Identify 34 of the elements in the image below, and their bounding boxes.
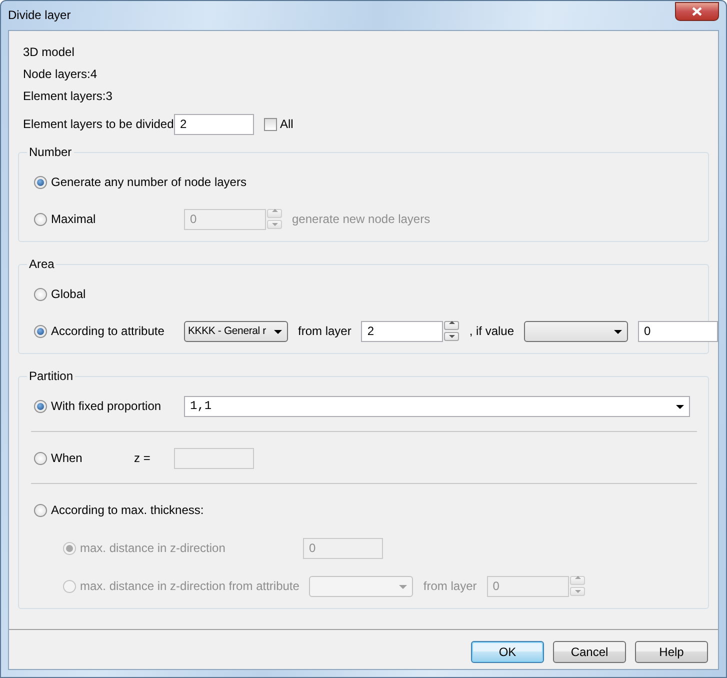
radio-button[interactable]: According to max. thickness: (34, 503, 204, 517)
checkbox[interactable]: All (264, 117, 294, 131)
info-text: Element layers:3 (23, 88, 114, 105)
dropdown[interactable] (524, 320, 628, 342)
group-title: Area (28, 257, 56, 271)
info-text: Node layers:4 (23, 66, 98, 83)
dropdown[interactable]: KKKK - General r (184, 320, 288, 342)
close-button[interactable] (675, 2, 719, 21)
radio-button[interactable]: Generate any number of node layers (34, 175, 246, 189)
dialog-button[interactable]: OK (471, 641, 544, 663)
field-label: z = (134, 451, 152, 465)
radio-button[interactable]: Maximal (34, 212, 174, 226)
dialog-button[interactable]: Help (635, 641, 708, 663)
radio-button[interactable]: Global (34, 287, 174, 301)
radio-button[interactable]: With fixed proportion (34, 399, 174, 413)
spin-down-button[interactable] (444, 332, 460, 341)
field-label: , if value (469, 324, 514, 338)
input-field[interactable]: 0 (638, 320, 718, 342)
spin-up-button[interactable] (444, 321, 460, 330)
field-label: from layer (423, 579, 477, 593)
radio-button[interactable]: According to attribute (34, 324, 174, 338)
dialog-button[interactable]: Cancel (553, 641, 626, 663)
close-icon (692, 7, 702, 16)
spin-field[interactable]: 2 (361, 320, 444, 342)
radio-button[interactable]: When (34, 451, 134, 465)
group-title: Number (28, 145, 73, 159)
input-field[interactable]: 2 (174, 114, 254, 134)
field-label: from layer (298, 324, 352, 338)
field-label: generate new node layers (292, 212, 430, 226)
info-text: 3D model (23, 44, 76, 61)
field-label: Element layers to be divided (23, 117, 174, 131)
group-title: Partition (28, 369, 74, 383)
window-title: Divide layer (8, 8, 71, 22)
combo-box[interactable]: 1,1 (184, 396, 690, 416)
